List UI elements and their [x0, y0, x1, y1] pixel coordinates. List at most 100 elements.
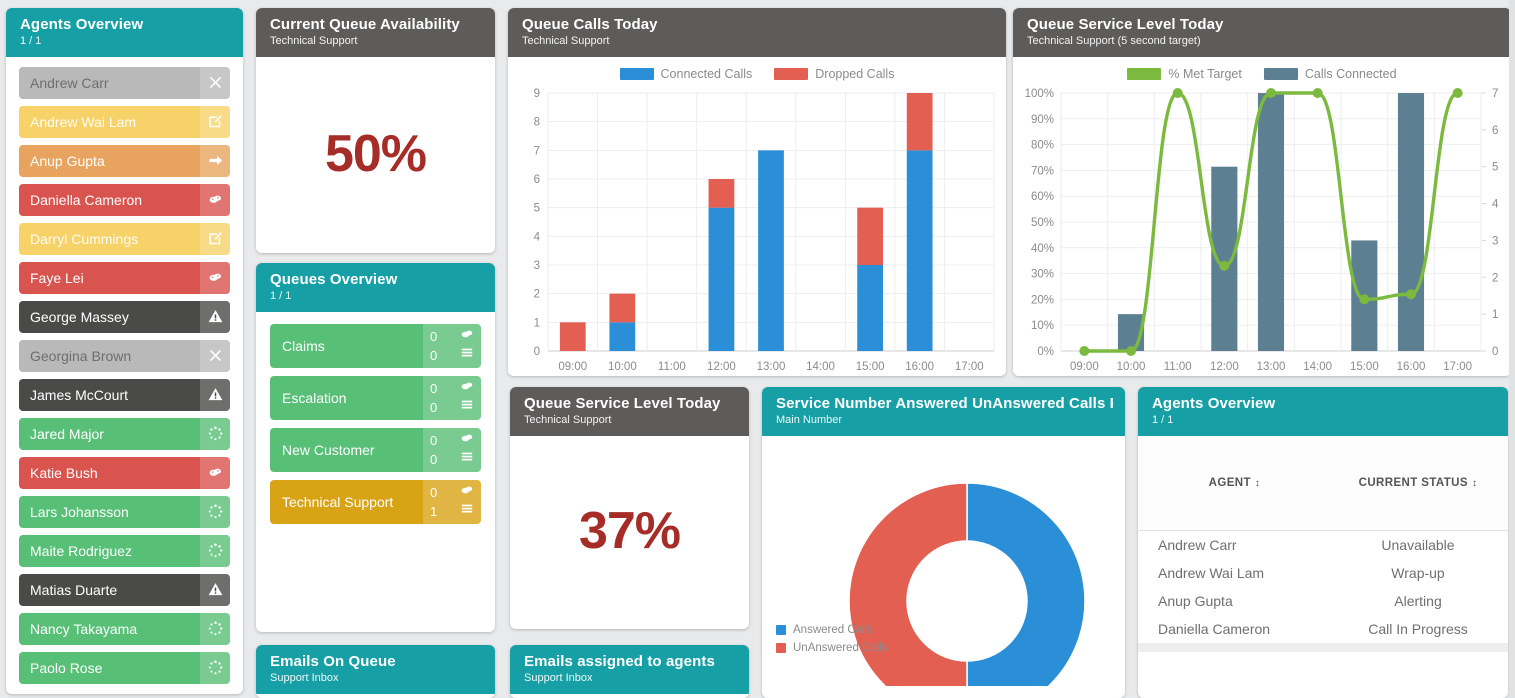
agent-name: Daniella Cameron [30, 191, 143, 208]
agent-pill[interactable]: Darryl Cummings [19, 222, 230, 255]
column-label: CURRENT STATUS [1358, 477, 1468, 490]
warning-icon[interactable] [200, 573, 230, 606]
queue-calls-row: 0 [430, 483, 474, 502]
queue-calls-count: 0 [430, 484, 438, 500]
queue-stats: 00 [423, 323, 481, 368]
spinner-icon[interactable] [200, 417, 230, 450]
donut-legend-label: Answered Calls [793, 623, 873, 636]
agents-table-column-header[interactable]: CURRENT STATUS ↕ [1323, 435, 1508, 532]
queue-pill[interactable]: Technical Support 0 1 [270, 479, 481, 524]
queue-pill[interactable]: Claims 0 0 [270, 323, 481, 368]
queue-phone-icon [460, 431, 474, 449]
dashboard-root: Agents Overview 1 / 1 Andrew Carr Andrew … [0, 0, 1515, 698]
svg-text:90%: 90% [1031, 114, 1054, 126]
sort-arrows-icon[interactable]: ↕ [1255, 478, 1260, 489]
spinner-icon[interactable] [200, 612, 230, 645]
warning-icon[interactable] [200, 300, 230, 333]
svg-text:14:00: 14:00 [806, 361, 835, 373]
agent-pill[interactable]: Matias Duarte [19, 573, 230, 606]
legend-entry[interactable]: Connected Calls [619, 67, 752, 81]
svg-text:5: 5 [1492, 162, 1498, 174]
svg-text:13:00: 13:00 [1257, 361, 1286, 373]
svg-text:2: 2 [534, 289, 540, 301]
edit-icon[interactable] [200, 105, 230, 138]
emails-on-queue-subtitle: Support Inbox [270, 672, 339, 685]
agents-table-subtitle: 1 / 1 [1152, 414, 1174, 427]
queue-name: Escalation [282, 389, 347, 406]
agent-pill[interactable]: Georgina Brown [19, 339, 230, 372]
agent-pill[interactable]: Andrew Wai Lam [19, 105, 230, 138]
agent-name: Maite Rodriguez [30, 542, 132, 559]
legend-swatch [774, 67, 809, 80]
agent-pill[interactable]: George Massey [19, 300, 230, 333]
queue-pill[interactable]: Escalation 0 0 [270, 375, 481, 420]
legend-entry[interactable]: Dropped Calls [774, 67, 894, 81]
agent-pill[interactable]: Nancy Takayama [19, 612, 230, 645]
agent-pill[interactable]: Anup Gupta [19, 144, 230, 177]
table-row[interactable]: Andrew Carr Unavailable [1138, 531, 1508, 559]
spinner-icon[interactable] [200, 495, 230, 528]
agents-table-column-header[interactable]: AGENT ↕ [1138, 435, 1323, 532]
donut-legend-entry[interactable]: Answered Calls [776, 624, 888, 636]
current-queue-availability-panel: Current Queue Availability Technical Sup… [256, 8, 495, 253]
emails-on-queue-panel: Emails On Queue Support Inbox [256, 645, 495, 698]
queue-waiting-row: 0 [430, 398, 474, 417]
spinner-icon[interactable] [200, 651, 230, 684]
sort-arrows-icon[interactable]: ↕ [1472, 478, 1477, 489]
agents-table-scroll[interactable]: AGENT↕CURRENT STATUS↕CU Andrew CarrUnava… [1138, 435, 1508, 652]
table-row[interactable]: Andrew Wai Lam Wrap-up [1138, 559, 1508, 587]
queues-overview-title: Queues Overview [270, 271, 398, 288]
donut-legend-label: UnAnswered Calls [793, 641, 888, 654]
table-row[interactable]: Daniella Cameron Call In Progress [1138, 615, 1508, 643]
legend-swatch [1263, 67, 1298, 80]
agent-pill[interactable]: Jared Major [19, 417, 230, 450]
legend-entry[interactable]: Calls Connected [1263, 67, 1397, 81]
donut-legend-entry[interactable]: UnAnswered Calls [776, 642, 888, 654]
agent-pill[interactable]: Katie Bush [19, 456, 230, 489]
close-icon[interactable] [200, 339, 230, 372]
svg-text:12:00: 12:00 [1210, 361, 1239, 373]
agent-pill[interactable]: Maite Rodriguez [19, 534, 230, 567]
service-level-pct-body: 37% [510, 435, 749, 627]
agent-name: Anup Gupta [30, 152, 105, 169]
close-icon[interactable] [200, 66, 230, 99]
queue-pill[interactable]: New Customer 0 0 [270, 427, 481, 472]
agent-pill[interactable]: Faye Lei [19, 261, 230, 294]
queue-calls-count: 0 [430, 328, 438, 344]
phone-icon[interactable] [200, 456, 230, 489]
agents-overview-table-panel: Agents Overview 1 / 1 AGENT ↕ CURRENT STAT… [1138, 387, 1508, 698]
agent-pill[interactable]: Paolo Rose [19, 651, 230, 684]
spinner-icon[interactable] [200, 534, 230, 567]
agent-pill[interactable]: James McCourt [19, 378, 230, 411]
svg-text:9: 9 [534, 88, 540, 100]
legend-entry[interactable]: % Met Target [1127, 67, 1242, 81]
agent-name: Matias Duarte [30, 581, 118, 598]
svg-text:6: 6 [534, 174, 540, 186]
donut-slice[interactable] [966, 482, 1086, 698]
queue-availability-value: 50% [324, 124, 427, 183]
warning-icon[interactable] [200, 378, 230, 411]
agent-pill[interactable]: Andrew Carr [19, 66, 230, 99]
service-level-pct-value: 37% [578, 502, 681, 561]
queue-name: Technical Support [282, 493, 394, 510]
queue-stats: 00 [423, 427, 481, 472]
queue-stats: 01 [423, 479, 481, 524]
queue-calls-today-body: Connected Calls Dropped Calls 01234567890… [508, 56, 1006, 376]
service-number-title: Service Number Answered UnAnswered Calls… [776, 395, 1113, 412]
emails-assigned-header: Emails assigned to agents Support Inbox [510, 645, 749, 694]
phone-icon[interactable] [200, 261, 230, 294]
agent-name-cell: Darryl Cummings [1138, 643, 1323, 652]
queue-calls-today-panel: Queue Calls Today Technical Support Conn… [508, 8, 1006, 376]
arrow-right-icon[interactable] [200, 144, 230, 177]
svg-text:17:00: 17:00 [1443, 361, 1472, 373]
table-row[interactable]: Anup Gupta Alerting [1138, 587, 1508, 615]
edit-icon[interactable] [200, 222, 230, 255]
agent-pill[interactable]: Daniella Cameron [19, 183, 230, 216]
agent-pill[interactable]: Lars Johansson [19, 495, 230, 528]
svg-text:4: 4 [534, 231, 541, 243]
svg-text:16:00: 16:00 [1397, 361, 1426, 373]
agents-table: AGENT↕CURRENT STATUS↕CU Andrew CarrUnava… [1138, 435, 1508, 652]
phone-icon[interactable] [200, 183, 230, 216]
queue-waiting-count: 0 [430, 399, 438, 415]
table-row[interactable]: Darryl CummingsWrap-up [1138, 642, 1508, 652]
